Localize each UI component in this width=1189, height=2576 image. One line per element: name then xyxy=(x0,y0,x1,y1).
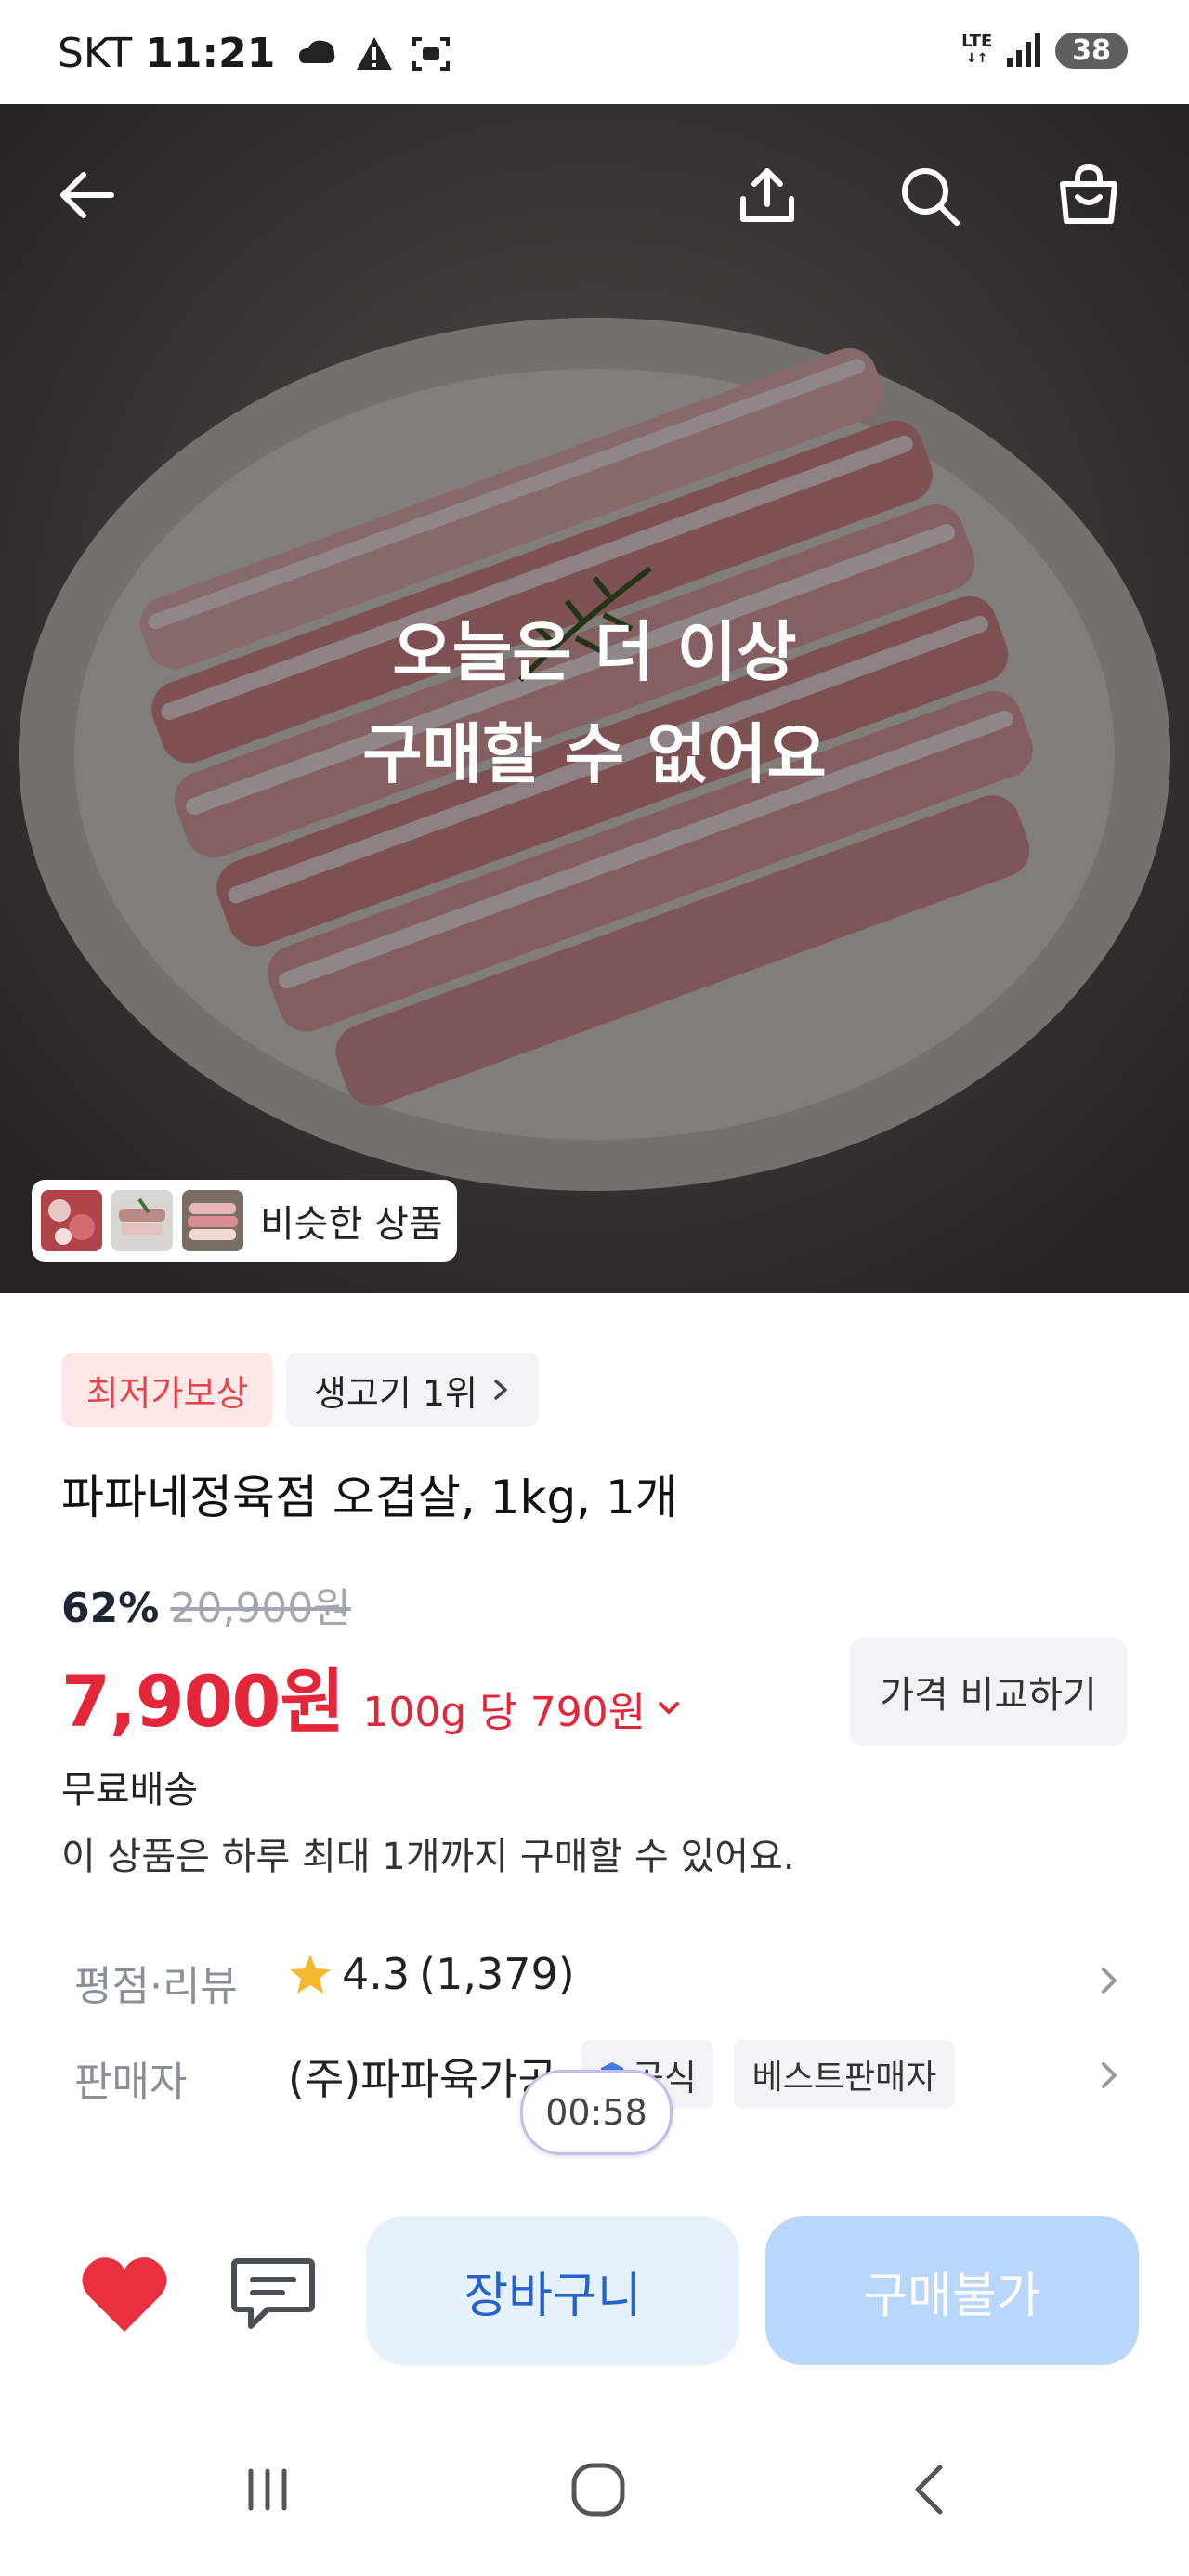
chevron-right-icon xyxy=(494,1380,507,1400)
price-compare-label: 가격 비교하기 xyxy=(880,1674,1097,1717)
price-compare-button[interactable]: 가격 비교하기 xyxy=(849,1637,1128,1746)
rating-review-link[interactable]: 4.3 (1,379) xyxy=(288,1949,575,1999)
similar-products-label: 비슷한 상품 xyxy=(260,1203,443,1246)
wishlist-button[interactable] xyxy=(80,2254,169,2334)
home-icon xyxy=(571,2463,625,2517)
soldout-message: 오늘은 더 이상 구매할 수 없어요 xyxy=(362,614,827,792)
best-seller-label: 베스트판매자 xyxy=(751,2059,937,2097)
buy-button[interactable]: 구매불가 xyxy=(765,2216,1139,2365)
chevron-right-icon xyxy=(1102,2062,1117,2088)
unit-price-toggle[interactable]: 100g 당 790원 xyxy=(362,1679,683,1738)
star-icon xyxy=(290,1955,331,1994)
status-left: SKT 11:21 xyxy=(58,30,451,77)
discount-row: 62% 20,900원 xyxy=(61,1575,351,1634)
review-count: (1,379) xyxy=(419,1949,575,1999)
product-title: 파파네정육점 오겹살, 1kg, 1개 xyxy=(61,1471,678,1524)
free-shipping: 무료배송 xyxy=(61,1769,199,1811)
heart-icon xyxy=(82,2257,167,2332)
similar-thumb-2 xyxy=(111,1190,173,1251)
rank-badge[interactable]: 생고기 1위 xyxy=(286,1353,539,1427)
seller-name[interactable]: (주)파파육가공 xyxy=(288,2046,557,2107)
rating-chevron[interactable] xyxy=(1091,1962,1128,1999)
lowest-price-badge[interactable]: 최저가보상 xyxy=(61,1353,273,1427)
inquiry-button[interactable] xyxy=(229,2248,318,2337)
clock: 11:21 xyxy=(145,30,276,77)
back-arrow-icon xyxy=(60,172,114,218)
unit-price: 100g 당 790원 xyxy=(362,1689,647,1736)
sale-price: 7,900원 xyxy=(61,1660,345,1743)
screenshot-icon xyxy=(412,36,451,71)
similar-products-button[interactable]: 비슷한 상품 xyxy=(32,1180,457,1262)
network-indicator: LTE ↓↑ xyxy=(961,32,993,67)
warning-icon xyxy=(357,36,393,70)
similar-thumb-3 xyxy=(182,1190,243,1251)
price-row: 7,900원 100g 당 790원 xyxy=(61,1644,683,1746)
rank-label: 생고기 1위 xyxy=(313,1372,478,1414)
original-price: 20,900원 xyxy=(170,1585,351,1632)
cart-icon-button[interactable] xyxy=(1050,156,1128,234)
back-nav-button[interactable] xyxy=(894,2452,968,2527)
home-button[interactable] xyxy=(561,2452,635,2527)
rating-label: 평점·리뷰 xyxy=(74,1963,238,2010)
buy-label: 구매불가 xyxy=(863,2268,1041,2324)
discount-rate: 62% xyxy=(61,1585,160,1632)
recent-apps-button[interactable] xyxy=(230,2452,305,2527)
rating-score: 4.3 xyxy=(342,1949,411,1999)
seller-label: 판매자 xyxy=(74,2059,188,2106)
share-icon xyxy=(740,168,794,222)
carrier-label: SKT xyxy=(58,30,133,77)
lowest-price-label: 최저가보상 xyxy=(85,1372,249,1414)
search-button[interactable] xyxy=(890,156,968,234)
seller-chevron[interactable] xyxy=(1091,2057,1128,2094)
timer-chip[interactable]: 00:58 xyxy=(520,2070,673,2155)
back-button[interactable] xyxy=(48,156,126,234)
chevron-down-icon xyxy=(659,1702,680,1714)
purchase-limit-notice: 이 상품은 하루 최대 1개까지 구매할 수 있어요. xyxy=(61,1836,795,1878)
add-to-cart-button[interactable]: 장바구니 xyxy=(366,2216,739,2365)
share-button[interactable] xyxy=(728,156,806,234)
chat-icon xyxy=(231,2258,315,2329)
add-to-cart-label: 장바구니 xyxy=(464,2268,642,2324)
status-right: LTE ↓↑ 38 xyxy=(961,32,1128,69)
signal-icon xyxy=(1007,33,1041,67)
back-chevron-icon xyxy=(915,2465,943,2515)
status-bar: SKT 11:21 LTE ↓↑ 38 xyxy=(0,0,1189,104)
shopping-bag-icon xyxy=(1060,163,1117,224)
product-image-area[interactable]: 오늘은 더 이상 구매할 수 없어요 비슷한 상품 xyxy=(0,104,1189,1293)
battery-indicator: 38 xyxy=(1055,32,1128,69)
search-icon xyxy=(902,168,960,226)
best-seller-badge: 베스트판매자 xyxy=(734,2040,955,2109)
chevron-right-icon xyxy=(1102,1968,1117,1994)
recent-apps-icon xyxy=(248,2468,287,2511)
weather-icon xyxy=(299,40,335,63)
similar-thumb-1 xyxy=(41,1190,102,1251)
